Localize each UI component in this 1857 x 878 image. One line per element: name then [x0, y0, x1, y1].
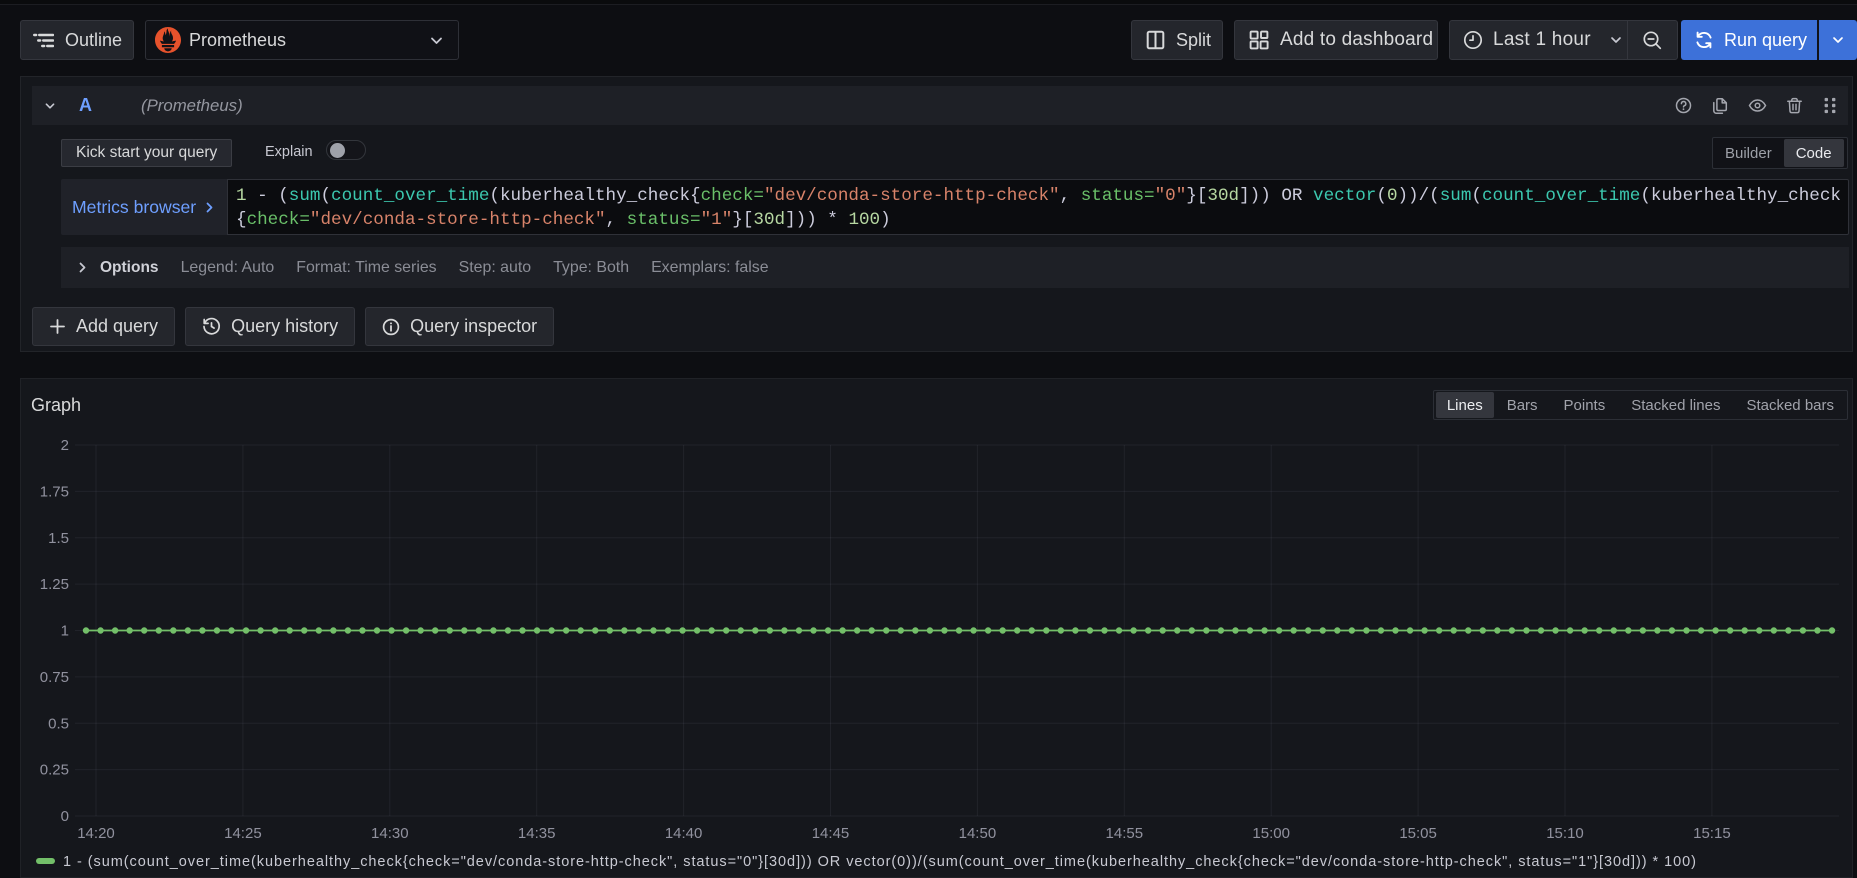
svg-text:0.5: 0.5 — [48, 715, 69, 732]
svg-text:14:50: 14:50 — [959, 825, 997, 842]
svg-text:14:55: 14:55 — [1106, 825, 1144, 842]
svg-text:0.75: 0.75 — [40, 669, 69, 686]
svg-text:15:15: 15:15 — [1693, 825, 1731, 842]
svg-text:15:00: 15:00 — [1252, 825, 1290, 842]
svg-text:1.25: 1.25 — [40, 576, 69, 593]
svg-text:15:05: 15:05 — [1399, 825, 1437, 842]
svg-text:1: 1 — [61, 623, 69, 640]
svg-text:0: 0 — [61, 808, 69, 825]
svg-text:2: 2 — [61, 437, 69, 454]
svg-text:14:20: 14:20 — [77, 825, 115, 842]
svg-text:1.75: 1.75 — [40, 483, 69, 500]
svg-text:1.5: 1.5 — [48, 530, 69, 547]
svg-text:14:30: 14:30 — [371, 825, 409, 842]
svg-text:14:35: 14:35 — [518, 825, 556, 842]
svg-text:14:25: 14:25 — [224, 825, 262, 842]
svg-text:14:40: 14:40 — [665, 825, 703, 842]
svg-text:1 - (sum(count_over_time(kuber: 1 - (sum(count_over_time(kuberhealthy_ch… — [63, 854, 1697, 870]
svg-text:15:10: 15:10 — [1546, 825, 1584, 842]
svg-text:0.25: 0.25 — [40, 762, 69, 779]
svg-text:14:45: 14:45 — [812, 825, 850, 842]
